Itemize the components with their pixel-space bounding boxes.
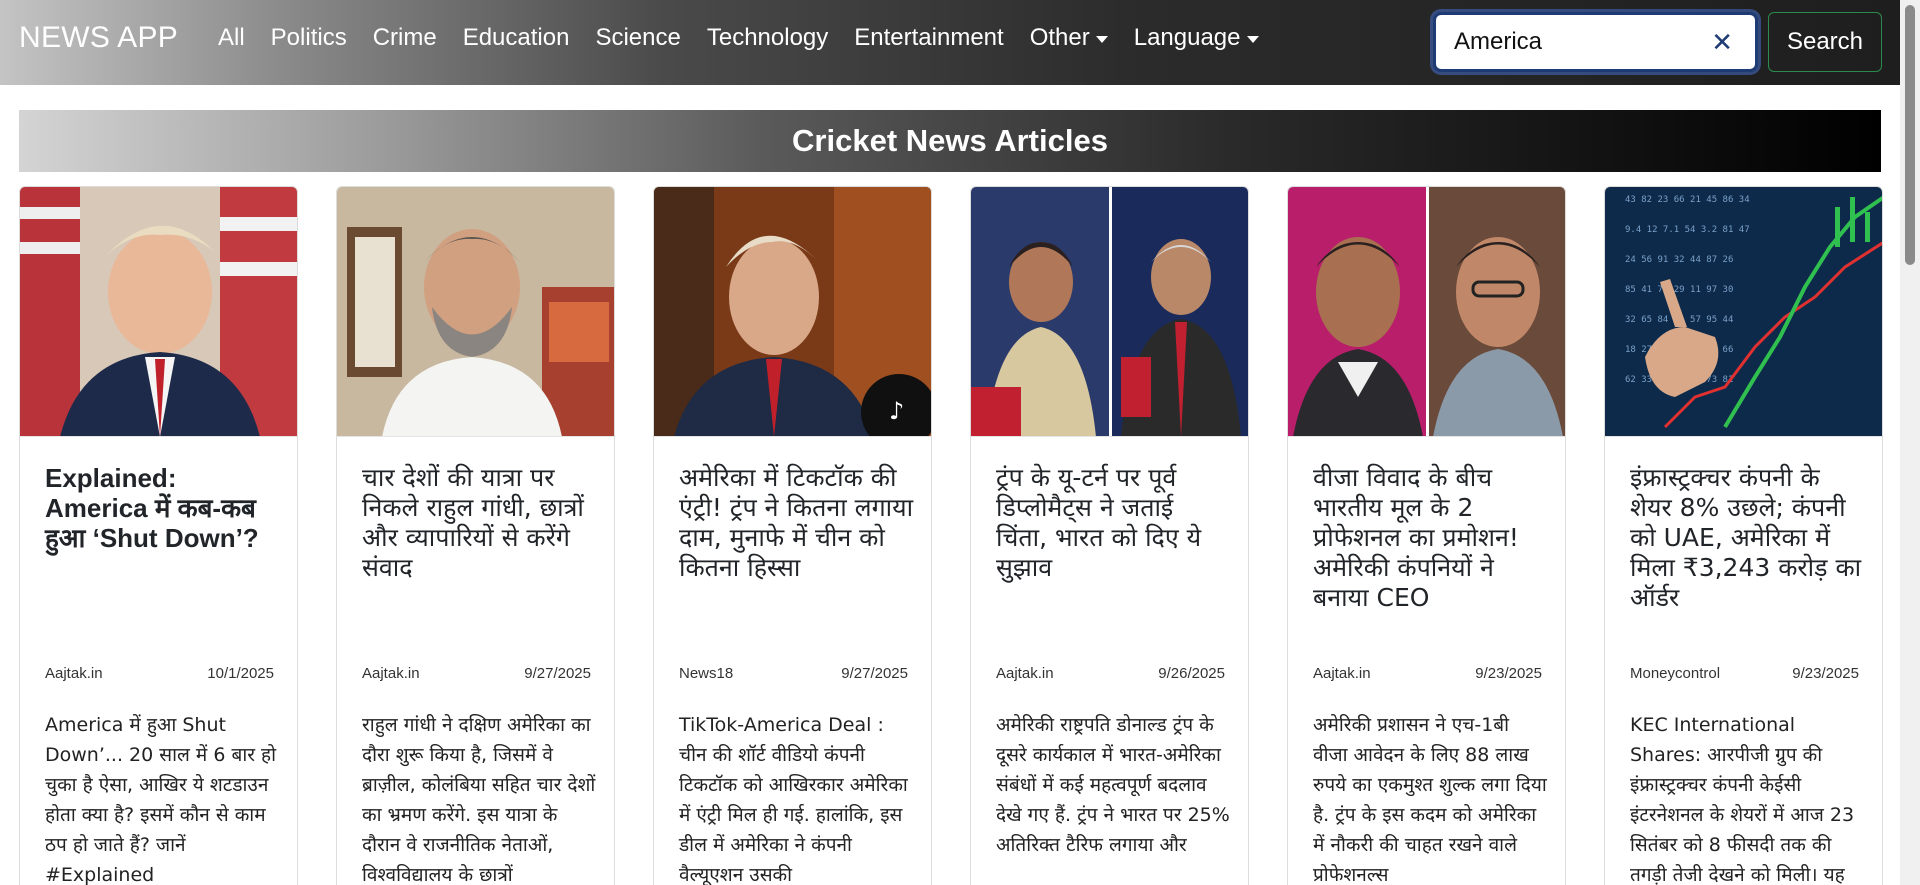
article-meta: Moneycontrol 9/23/2025 [1630,665,1859,682]
article-title[interactable]: अमेरिका में टिकटॉक की एंट्री! ट्रंप ने क… [679,463,914,583]
articles-grid: Explained: America में कब-कब हुआ ‘Shut D… [19,186,1883,885]
svg-text:43 82 23 66 21 45 86 34: 43 82 23 66 21 45 86 34 [1625,195,1750,205]
nav-link-science[interactable]: Science [582,24,693,52]
article-meta: Aajtak.in 9/26/2025 [996,665,1225,682]
article-source: Aajtak.in [996,665,1054,682]
nav-link-all[interactable]: All [205,24,258,52]
nav-dropdown-other-label: Other [1029,24,1090,51]
article-description: America में हुआ Shut Down’... 20 साल में… [45,714,277,885]
article-source: Aajtak.in [1313,665,1371,682]
close-icon[interactable]: ✕ [1711,28,1733,58]
article-title[interactable]: वीजा विवाद के बीच भारतीय मूल के 2 प्रोफे… [1313,463,1548,613]
article-title[interactable]: Explained: America में कब-कब हुआ ‘Shut D… [45,463,280,553]
article-image[interactable] [971,187,1248,437]
article-image[interactable]: ♪ [654,187,931,437]
article-meta: Aajtak.in 9/27/2025 [362,665,591,682]
chevron-down-icon [1246,35,1259,43]
svg-text:9.4 12 7.1 54 3.2 81 47: 9.4 12 7.1 54 3.2 81 47 [1625,225,1750,235]
nav-link-politics[interactable]: Politics [258,24,360,52]
article-date: 10/1/2025 [207,665,274,682]
article-source: Aajtak.in [45,665,103,682]
article-description: TikTok-America Deal : चीन की शॉर्ट वीडिय… [679,714,908,885]
article-date: 9/23/2025 [1792,665,1859,682]
article-date: 9/23/2025 [1475,665,1542,682]
article-meta: Aajtak.in 9/23/2025 [1313,665,1542,682]
scrollbar-thumb[interactable] [1905,5,1915,265]
article-title[interactable]: ट्रंप के यू-टर्न पर पूर्व डिप्लोमैट्स ने… [996,463,1231,583]
article-card[interactable]: 43 82 23 66 21 45 86 34 9.4 12 7.1 54 3.… [1604,186,1883,885]
search-input[interactable] [1436,28,1696,56]
article-card[interactable]: ट्रंप के यू-टर्न पर पूर्व डिप्लोमैट्स ने… [970,186,1249,885]
search-box: ✕ [1433,12,1758,72]
article-card[interactable]: Explained: America में कब-कब हुआ ‘Shut D… [19,186,298,885]
article-image[interactable] [337,187,614,437]
article-image[interactable] [20,187,297,437]
article-image[interactable] [1288,187,1565,437]
article-card[interactable]: चार देशों की यात्रा पर निकले राहुल गांधी… [336,186,615,885]
article-card[interactable]: वीजा विवाद के बीच भारतीय मूल के 2 प्रोफे… [1287,186,1566,885]
nav-links: All Politics Crime Education Science Tec… [205,24,1272,52]
svg-text:24 56 91 32 44 87 26: 24 56 91 32 44 87 26 [1625,255,1733,265]
article-card[interactable]: ♪ अमेरिका में टिकटॉक की एंट्री! ट्रंप ने… [653,186,932,885]
nav-dropdown-language[interactable]: Language [1121,24,1272,52]
nav-dropdown-language-label: Language [1133,24,1241,51]
article-source: News18 [679,665,734,682]
article-meta: News18 9/27/2025 [679,665,908,682]
article-description: KEC International Shares: आरपीजी ग्रुप क… [1630,714,1855,885]
nav-dropdown-other[interactable]: Other [1017,24,1121,52]
search-button[interactable]: Search [1768,12,1882,72]
svg-text:85 41 73 29 11 97 30: 85 41 73 29 11 97 30 [1625,285,1733,295]
article-title[interactable]: इंफ्रास्ट्रक्चर कंपनी के शेयर 8% उछले; क… [1630,463,1865,613]
svg-text:♪: ♪ [889,397,904,425]
nav-link-crime[interactable]: Crime [360,24,450,52]
section-header: Cricket News Articles [19,110,1881,172]
article-image[interactable]: 43 82 23 66 21 45 86 34 9.4 12 7.1 54 3.… [1605,187,1882,437]
article-date: 9/27/2025 [841,665,908,682]
article-date: 9/26/2025 [1158,665,1225,682]
article-description: राहुल गांधी ने दक्षिण अमेरिका का दौरा शु… [362,714,596,885]
article-title[interactable]: चार देशों की यात्रा पर निकले राहुल गांधी… [362,463,597,583]
chevron-down-icon [1095,35,1108,43]
section-title: Cricket News Articles [792,123,1108,158]
nav-link-technology[interactable]: Technology [694,24,841,52]
brand-logo[interactable]: NEWS APP [19,21,178,55]
nav-link-education[interactable]: Education [450,24,583,52]
article-source: Moneycontrol [1630,665,1721,682]
nav-link-entertainment[interactable]: Entertainment [841,24,1016,52]
article-meta: Aajtak.in 10/1/2025 [45,665,274,682]
page-scrollbar[interactable] [1900,0,1920,885]
article-date: 9/27/2025 [524,665,591,682]
article-description: अमेरिकी राष्ट्रपति डोनाल्ड ट्रंप के दूसर… [996,714,1230,856]
article-source: Aajtak.in [362,665,420,682]
article-description: अमेरिकी प्रशासन ने एच-1बी वीजा आवेदन के … [1313,714,1547,885]
